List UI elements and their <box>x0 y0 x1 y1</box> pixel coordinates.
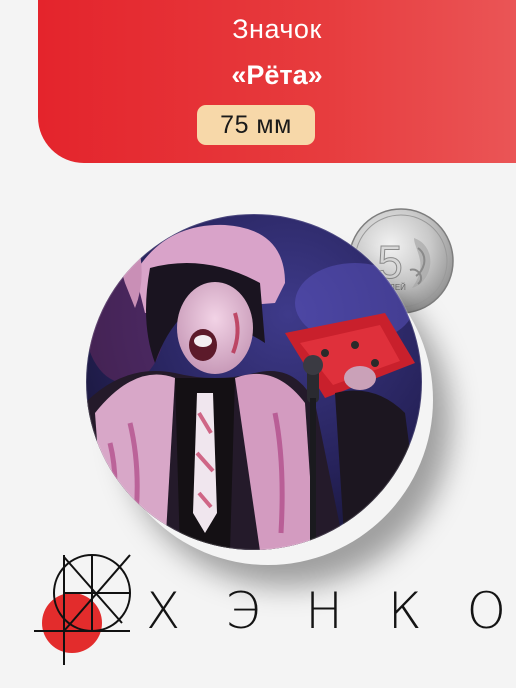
brand-letter: Э <box>225 582 261 640</box>
badge-photo <box>85 213 423 551</box>
size-label: 75 мм <box>220 110 292 139</box>
product-type: Значок <box>232 14 322 44</box>
header-banner: Значок «Рёта» 75 мм <box>38 0 516 163</box>
brand-letter: О <box>466 582 506 640</box>
brand-name: Х Э Н К О <box>146 586 506 636</box>
size-badge: 75 мм <box>197 105 315 145</box>
brand-logo-icon <box>34 554 131 665</box>
brand-letter: Х <box>146 582 181 640</box>
brand-letter: Н <box>305 582 343 640</box>
brand-letter: К <box>387 582 422 640</box>
product-name: «Рёта» <box>231 60 323 90</box>
